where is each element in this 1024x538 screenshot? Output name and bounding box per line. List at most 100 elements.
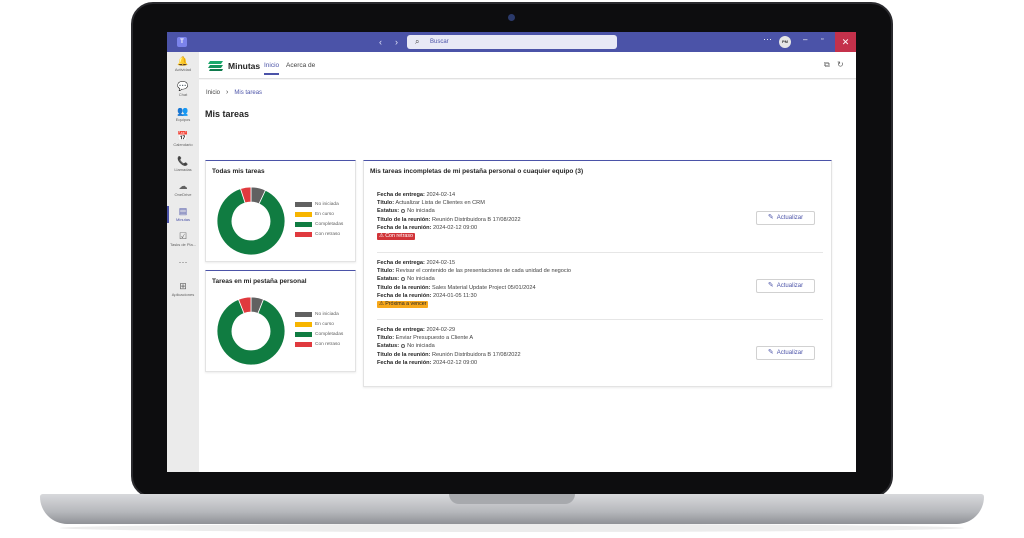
field-value: 2024-02-12 09:00 [432,224,478,231]
maximize-icon[interactable]: ▫ [821,36,823,43]
laptop-notch [449,494,575,504]
field-value: 2024-02-14 [426,192,456,198]
sidebar-item-tasks-de-pla[interactable]: ☑ Tasks de Pla... [167,231,199,247]
app-rail: 🔔 Actividad 💬 Chat 👥 Equipos 📅 Calendario 📞 Llama… [167,52,199,472]
tab-acerca-de[interactable]: Acerca de [286,62,315,69]
main-content: Inicio › Mis tareas Mis tareas Todas mis t… [199,80,856,472]
field-value: Sales Material Update Project 05/01/2024 [432,284,536,291]
task-divider [377,319,823,320]
field-value: No iniciada [407,208,435,215]
task-field-meeting: Título de la reunión: Sales Material Upd… [377,284,817,292]
sidebar-item-more[interactable]: ··· [167,257,199,268]
more-options-icon[interactable]: ··· [763,34,772,44]
legend-swatch [295,222,312,227]
search-icon: ⌕ [415,37,420,46]
status-badge: ⚠ Próxima a vencer [377,300,429,308]
cloud-icon: ☁ [178,181,188,191]
breadcrumb: Inicio › Mis tareas [206,89,262,96]
legend-item: En curso [295,212,343,222]
field-label: Título: [377,335,395,342]
popout-icon[interactable]: ⧉ [824,60,830,70]
app-header: Minutas Inicio Acerca de ⧉ ↻ [199,52,856,79]
task-field-meeting: Título de la reunión: Reunión Distribuid… [377,351,817,359]
back-icon[interactable]: ‹ [379,36,382,48]
legend-swatch [295,312,312,317]
sidebar-item-label: Actividad [174,67,192,72]
field-label: Título de la reunión: [377,351,431,358]
legend-label: No iniciada [315,312,339,317]
pencil-icon: ✎ [767,214,774,221]
task-field-meeting-date: Fecha de la reunión: 2024-01-05 11:30 [377,292,817,300]
legend-label: Completadas [315,222,344,227]
status-circle-icon [401,208,406,213]
laptop-mockup: T ‹ › ⌕ Buscar ··· PM – ▫ ✕ 🔔 Actividad 💬 C… [0,0,1024,538]
breadcrumb-home[interactable]: Inicio [206,90,220,96]
tab-inicio[interactable]: Inicio [264,62,280,75]
forward-icon[interactable]: › [395,36,398,48]
donut-chart-personal [216,296,286,366]
update-button[interactable]: ✎ Actualizar [756,346,815,360]
status-circle-icon [401,276,406,281]
field-label: Título: [377,200,395,207]
task-field-due: Fecha de entrega: 2024-02-14 [377,191,817,199]
chart-title: Tareas en mi pestaña personal [212,278,307,285]
field-label: Fecha de entrega: [377,192,425,198]
legend-label: En curso [315,212,334,217]
sidebar-item-actividad[interactable]: 🔔 Actividad [167,56,199,72]
legend-item: Completadas [295,222,343,232]
task-field-meeting-date: Fecha de la reunión: 2024-02-12 09:00 [377,359,817,367]
field-value: Reunión Distribuidora B 17/08/2022 [432,351,521,358]
field-label: Título de la reunión: [377,284,431,291]
legend-item: En curso [295,322,343,332]
field-value: Actualizar Lista de Clientes en CRM [395,200,485,207]
sidebar-item-llamadas[interactable]: 📞 Llamadas [167,156,199,172]
legend-item: Con retraso [295,342,343,352]
chart-legend: No iniciada En curso Completadas Con retras… [295,202,343,242]
sidebar-item-equipos[interactable]: 👥 Equipos [167,106,199,122]
update-button[interactable]: ✎ Actualizar [756,279,815,293]
update-button-label: Actualizar [776,283,804,289]
minimize-icon[interactable]: – [803,35,807,44]
field-value: Enviar Presupuesto a Cliente A [395,335,474,342]
legend-swatch [295,212,312,217]
field-value: No iniciada [407,343,435,350]
task-item: Fecha de entrega: 2024-02-15 Título: Revi… [377,259,817,308]
tasks-icon: ☑ [178,231,188,241]
sidebar-item-minutas[interactable]: ▤ Minutas [167,206,199,223]
sidebar-item-onedrive[interactable]: ☁ OneDrive [167,181,199,197]
field-value: Reunión Distribuidora B 17/08/2022 [432,216,521,223]
sidebar-item-calendario[interactable]: 📅 Calendario [167,131,199,147]
badge-label: Con retraso [385,232,413,239]
incomplete-tasks-card: Mis tareas incompletas de mi pestaña per… [363,160,832,387]
legend-item: Con retraso [295,232,343,242]
search-input[interactable]: ⌕ Buscar [407,35,617,49]
legend-swatch [295,322,312,327]
refresh-icon[interactable]: ↻ [837,60,844,69]
field-label: Título de la reunión: [377,216,431,223]
update-button[interactable]: ✎ Actualizar [756,211,815,225]
task-field-status: Estatus: No iniciada [377,275,817,283]
task-field-meeting: Título de la reunión: Reunión Distribuid… [377,216,817,224]
sidebar-item-aplicaciones[interactable]: ⊞ Aplicaciones [167,281,199,297]
minutas-logo-icon [208,61,223,71]
task-divider [377,252,823,253]
title-bar: T ‹ › ⌕ Buscar ··· PM – ▫ ✕ [167,32,856,52]
calendar-icon: 📅 [177,131,189,141]
legend-item: Completadas [295,332,343,342]
field-label: Estatus: [377,276,400,283]
sidebar-item-label: Llamadas [174,167,192,172]
task-item: Fecha de entrega: 2024-02-14 Título: Actu… [377,191,817,240]
status-badge: ⚠ Con retraso [377,232,415,240]
task-field-due: Fecha de entrega: 2024-02-29 [377,326,817,334]
task-item: Fecha de entrega: 2024-02-29 Título: Envi… [377,326,817,367]
bell-icon: 🔔 [177,56,189,66]
close-icon[interactable]: ✕ [835,32,856,52]
more-icon: ··· [178,257,188,267]
field-label: Fecha de la reunión: [377,359,432,366]
phone-icon: 📞 [177,156,189,166]
avatar[interactable]: PM [779,36,791,48]
legend-swatch [295,342,312,347]
chevron-right-icon: › [226,89,229,96]
task-field-meeting-date: Fecha de la reunión: 2024-02-12 09:00 [377,224,817,232]
sidebar-item-chat[interactable]: 💬 Chat [167,81,199,97]
